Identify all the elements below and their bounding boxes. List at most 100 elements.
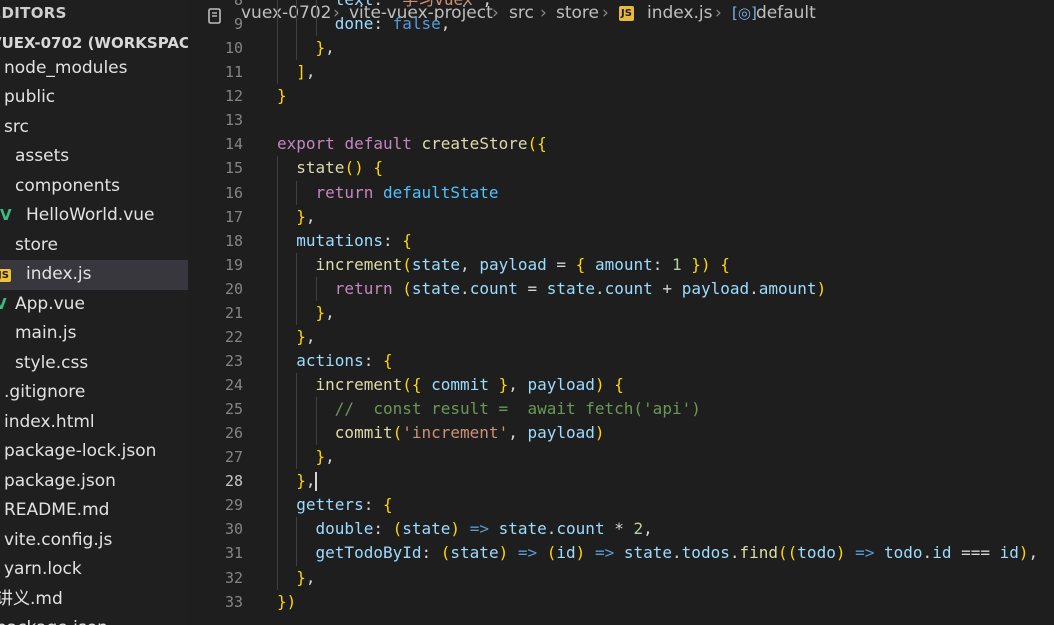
code-line[interactable]: 30 double: (state) => state.count * 2, (188, 517, 1054, 542)
code-text: }, (296, 206, 316, 226)
code-line[interactable]: 17 }, (188, 204, 1054, 229)
open-editors-header[interactable]: EDITORS (0, 0, 188, 27)
line-number: 17 (224, 207, 243, 226)
code-line[interactable]: 15 state() { (188, 156, 1054, 181)
code-text: // const result = await fetch('api') (334, 399, 701, 419)
code-text: ], (296, 62, 316, 82)
line-number: 8 (233, 0, 243, 9)
code-text: double: (state) => state.count * 2, (315, 519, 653, 539)
code-line[interactable]: 22 }, (188, 324, 1054, 349)
tree-item[interactable]: public (0, 83, 188, 113)
code-text: }) (277, 591, 297, 611)
code-line[interactable]: 16 return defaultState (188, 180, 1054, 205)
tree-item-label: yarn.lock (4, 559, 82, 579)
code-text: }, (315, 38, 335, 58)
code-text: increment({ commit }, payload) { (315, 375, 624, 394)
code-text: } (277, 86, 287, 106)
code-line[interactable]: 11 ], (188, 60, 1054, 85)
code-line[interactable]: 21 }, (188, 300, 1054, 325)
tree-item-label: public (4, 87, 56, 107)
code-line[interactable]: 31 getTodoById: (state) => (id) => state… (188, 541, 1054, 566)
tree-item[interactable]: JS index.js (0, 260, 188, 290)
code-line[interactable]: 24 increment({ commit }, payload) { (188, 373, 1054, 398)
line-number: 14 (224, 135, 243, 154)
line-number: 10 (224, 39, 243, 58)
line-number: 28 (224, 472, 243, 491)
code-line[interactable]: 10 }, (188, 36, 1054, 61)
code-line[interactable]: 12} (188, 84, 1054, 108)
code-line[interactable]: 25 // const result = await fetch('api') (188, 397, 1054, 422)
code-editor[interactable]: vuex-0702 › vite-vuex-project › src › st… (188, 0, 1054, 625)
code-text: text: '学习vuex', (277, 0, 492, 12)
code-line[interactable]: 8 text: '学习vuex', (188, 0, 1054, 13)
code-line[interactable]: 23 actions: { (188, 348, 1054, 373)
tree-item-label: main.js (15, 323, 77, 343)
code-text: return defaultState (315, 182, 499, 202)
tree-item[interactable]: assets (0, 142, 188, 172)
code-line[interactable]: 28 }, (188, 469, 1054, 494)
line-number: 29 (224, 496, 243, 515)
code-line[interactable]: 13 (188, 108, 1054, 132)
tree-item-label: node_modules (4, 57, 128, 78)
tree-item[interactable]: Jmain.js (0, 319, 188, 349)
code-text: state() { (296, 158, 383, 178)
line-number: 25 (224, 400, 243, 419)
code-line[interactable]: 29 getters: { (188, 493, 1054, 518)
code-line[interactable]: 18 mutations: { (188, 228, 1054, 253)
tree-item[interactable]: package.json (0, 614, 188, 625)
code-line[interactable]: 26 commit('increment', payload) (188, 421, 1054, 446)
tree-item[interactable]: vite.config.js (0, 526, 188, 556)
line-number: 26 (224, 424, 243, 443)
tree-item[interactable]: package.json (0, 467, 188, 497)
line-number: 13 (224, 111, 243, 130)
line-number: 15 (224, 159, 243, 178)
line-number: 24 (224, 376, 243, 394)
code-text: }, (296, 471, 317, 492)
code-text: getters: { (296, 495, 393, 515)
code-line[interactable]: 9 done: false, (188, 12, 1054, 37)
tree-item-label: style.css (15, 352, 89, 373)
tree-item[interactable]: .gitignore (0, 378, 188, 408)
code-text: actions: { (296, 350, 393, 370)
code-text: }, (315, 302, 335, 322)
code-text: mutations: { (296, 230, 412, 250)
tree-item[interactable]: src (0, 113, 188, 143)
code-line[interactable]: 32 }, (188, 565, 1054, 590)
workspace-header[interactable]: VUEX-0702 (WORKSPACE) (0, 30, 188, 56)
code-text: }, (315, 447, 335, 467)
tree-item-label: 讲义.md (0, 588, 63, 609)
tree-item[interactable]: V HelloWorld.vue (0, 201, 188, 231)
tree-item[interactable]: /style.css (0, 349, 188, 379)
code-line[interactable]: 27 }, (188, 445, 1054, 470)
tree-item-label: App.vue (15, 293, 85, 314)
line-number: 12 (224, 87, 243, 106)
code-area[interactable]: 8 text: '学习vuex',9 done: false,10 },11 ]… (188, 0, 1054, 614)
line-number: 23 (224, 351, 243, 370)
tree-item[interactable]: V App.vue (0, 290, 188, 320)
tree-item[interactable]: store (0, 231, 188, 261)
tree-item[interactable]: package-lock.json (0, 437, 188, 467)
tree-item-label: package.json (4, 470, 116, 491)
tree-item-label: store (15, 234, 58, 255)
tree-item-label: components (15, 175, 121, 196)
js-file-icon: JS (0, 260, 11, 290)
code-text: commit('increment', payload) (334, 423, 605, 443)
tree-item-label: assets (15, 146, 70, 166)
tree-item-label: .gitignore (4, 382, 86, 402)
code-line[interactable]: 20 return (state.count = state.count + p… (188, 276, 1054, 301)
line-number: 27 (224, 448, 243, 467)
tree-item[interactable]: README.md (0, 496, 188, 526)
line-number: 18 (224, 231, 243, 250)
tree-item[interactable]: index.html (0, 408, 188, 438)
code-line[interactable]: 19 increment(state, payload = { amount: … (188, 252, 1054, 277)
tree-item-label: package.json (0, 614, 108, 625)
code-line[interactable]: 14 export default createStore({ (188, 132, 1054, 156)
explorer-sidebar: EDITORS VUEX-0702 (WORKSPACE) node_modul… (0, 0, 188, 625)
tree-item[interactable]: 讲义.md (0, 585, 188, 615)
line-number: 21 (224, 303, 243, 322)
tree-item[interactable]: node_modules (0, 54, 188, 84)
code-line[interactable]: 33}) (188, 590, 1054, 614)
tree-item[interactable]: components (0, 172, 188, 202)
tree-item[interactable]: yarn.lock (0, 555, 188, 585)
line-number: 32 (224, 568, 243, 587)
